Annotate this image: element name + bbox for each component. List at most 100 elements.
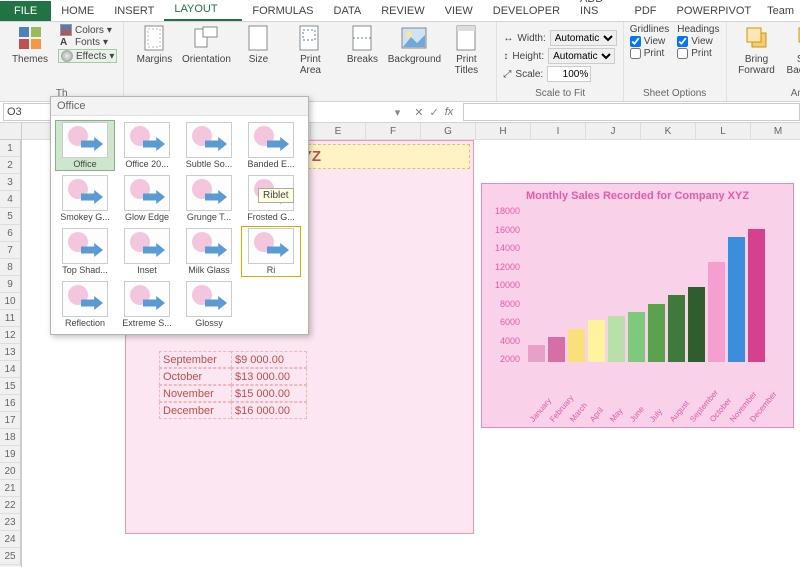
chart-x-label: March: [568, 405, 586, 424]
tab-review[interactable]: REVIEW: [371, 1, 434, 21]
row-header[interactable]: 12: [0, 327, 21, 344]
row-header[interactable]: 20: [0, 463, 21, 480]
gridlines-view-check[interactable]: View: [630, 36, 669, 47]
row-header[interactable]: 23: [0, 514, 21, 531]
effects-option[interactable]: Extreme S...: [117, 279, 177, 330]
select-all-corner[interactable]: [0, 123, 22, 140]
col-header[interactable]: F: [366, 123, 421, 140]
print-area-button[interactable]: Print Area: [286, 24, 334, 76]
col-header[interactable]: H: [476, 123, 531, 140]
orientation-button[interactable]: Orientation: [182, 24, 230, 65]
effects-option[interactable]: Banded E...: [241, 120, 301, 171]
file-tab[interactable]: FILE: [0, 1, 51, 21]
effects-option[interactable]: Inset: [117, 226, 177, 277]
chart-x-label: November: [728, 405, 746, 424]
effects-option[interactable]: Milk Glass: [179, 226, 239, 277]
row-header[interactable]: 19: [0, 446, 21, 463]
row-header[interactable]: 8: [0, 259, 21, 276]
row-header[interactable]: 25: [0, 548, 21, 565]
send-backward-button[interactable]: Send Backward: [785, 24, 800, 76]
effects-option[interactable]: Smokey G...: [55, 173, 115, 224]
headings-print-check[interactable]: Print: [677, 48, 719, 59]
group-scale: ↔Width:Automatic ↕Height:Automatic ⤢Scal…: [497, 22, 623, 101]
width-select[interactable]: Automatic: [550, 30, 617, 46]
gridlines-print-check[interactable]: Print: [630, 48, 669, 59]
themes-button[interactable]: Themes: [6, 24, 54, 65]
row-header[interactable]: 17: [0, 412, 21, 429]
group-themes: Themes Colors▾ AFonts▾ Effects▾ Th: [0, 22, 124, 101]
col-header[interactable]: L: [696, 123, 751, 140]
chart[interactable]: Monthly Sales Recorded for Company XYZ 1…: [481, 183, 794, 428]
row-header[interactable]: 5: [0, 208, 21, 225]
effects-option[interactable]: Top Shad...: [55, 226, 115, 277]
fx-icon[interactable]: fx: [445, 106, 454, 119]
effect-caption: Milk Glass: [188, 265, 230, 275]
row-header[interactable]: 4: [0, 191, 21, 208]
tab-view[interactable]: VIEW: [435, 1, 483, 21]
row-header[interactable]: 22: [0, 497, 21, 514]
cancel-icon[interactable]: ✕: [414, 106, 423, 119]
size-icon: [244, 24, 272, 52]
effect-caption: Subtle So...: [186, 159, 233, 169]
row-header[interactable]: 1: [0, 140, 21, 157]
tab-insert[interactable]: INSERT: [104, 1, 164, 21]
chevron-down-icon[interactable]: ▾: [395, 106, 401, 119]
name-box[interactable]: O3: [3, 103, 57, 121]
col-header[interactable]: G: [421, 123, 476, 140]
tab-addins[interactable]: ADD-INS: [570, 0, 625, 21]
value-cell: $16 000.00: [231, 402, 307, 419]
height-select[interactable]: Automatic: [548, 48, 615, 64]
effects-option[interactable]: Subtle So...: [179, 120, 239, 171]
row-headers[interactable]: 1234567891011121314151617181920212223242…: [0, 123, 22, 567]
enter-icon[interactable]: ✓: [429, 106, 438, 119]
row-header[interactable]: 15: [0, 378, 21, 395]
effects-option[interactable]: Glow Edge: [117, 173, 177, 224]
col-header[interactable]: M: [751, 123, 800, 140]
tab-data[interactable]: DATA: [324, 1, 372, 21]
effects-option[interactable]: Reflection: [55, 279, 115, 330]
margins-button[interactable]: Margins: [130, 24, 178, 65]
effects-option[interactable]: Office: [55, 120, 115, 171]
print-titles-button[interactable]: Print Titles: [442, 24, 490, 76]
effects-option[interactable]: Ri: [241, 226, 301, 277]
effects-button[interactable]: Effects▾: [58, 49, 117, 63]
row-header[interactable]: 14: [0, 361, 21, 378]
scale-input[interactable]: [547, 66, 591, 82]
size-button[interactable]: Size: [234, 24, 282, 65]
chart-bar: [668, 295, 685, 362]
row-header[interactable]: 18: [0, 429, 21, 446]
tab-formulas[interactable]: FORMULAS: [242, 1, 323, 21]
effects-option[interactable]: Glossy: [179, 279, 239, 330]
bring-forward-button[interactable]: Bring Forward: [733, 24, 781, 76]
col-header[interactable]: K: [641, 123, 696, 140]
row-header[interactable]: 6: [0, 225, 21, 242]
fonts-button[interactable]: AFonts▾: [58, 37, 117, 48]
row-header[interactable]: 7: [0, 242, 21, 259]
row-header[interactable]: 2: [0, 157, 21, 174]
row-header[interactable]: 13: [0, 344, 21, 361]
row-header[interactable]: 9: [0, 276, 21, 293]
row-header[interactable]: 10: [0, 293, 21, 310]
tab-developer[interactable]: DEVELOPER: [483, 1, 570, 21]
headings-view-check[interactable]: View: [677, 36, 719, 47]
colors-button[interactable]: Colors▾: [58, 24, 117, 36]
effects-option[interactable]: Office 20...: [117, 120, 177, 171]
tab-powerpivot[interactable]: POWERPIVOT: [667, 1, 762, 21]
breaks-button[interactable]: Breaks: [338, 24, 386, 65]
effects-option[interactable]: Grunge T...: [179, 173, 239, 224]
row-header[interactable]: 24: [0, 531, 21, 548]
formula-input[interactable]: [463, 103, 800, 121]
row-header[interactable]: 21: [0, 480, 21, 497]
col-header[interactable]: I: [531, 123, 586, 140]
tab-pdf[interactable]: PDF: [625, 1, 667, 21]
tab-home[interactable]: HOME: [51, 1, 104, 21]
chart-x-label: May: [608, 405, 626, 424]
row-header[interactable]: 11: [0, 310, 21, 327]
month-cell: December: [159, 402, 231, 419]
row-header[interactable]: 16: [0, 395, 21, 412]
col-header[interactable]: J: [586, 123, 641, 140]
background-button[interactable]: Background: [390, 24, 438, 65]
col-header[interactable]: E: [311, 123, 366, 140]
tab-page-layout[interactable]: PAGE LAYOUT: [164, 0, 242, 21]
row-header[interactable]: 3: [0, 174, 21, 191]
